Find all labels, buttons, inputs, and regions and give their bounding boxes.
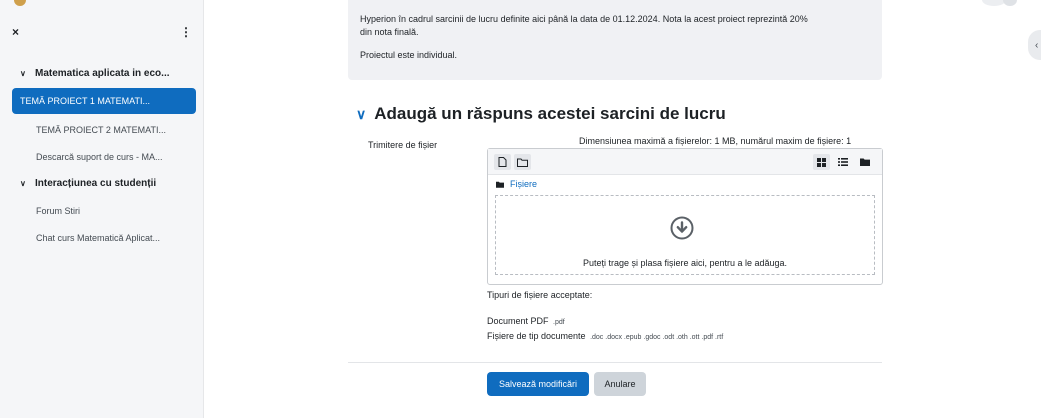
sidebar-item-suport-curs[interactable]: Descarcă suport de curs - MA...	[14, 144, 196, 170]
create-folder-button[interactable]	[514, 154, 531, 170]
save-changes-button[interactable]: Salvează modificări	[487, 372, 589, 396]
avatar[interactable]	[1003, 0, 1017, 6]
file-icon	[498, 157, 507, 167]
description-text: Hyperion în cadrul sarcinii de lucru def…	[360, 13, 870, 39]
type-extensions: .pdf	[553, 319, 565, 326]
file-picker-toolbar	[488, 149, 882, 175]
close-icon[interactable]: ×	[12, 26, 19, 38]
section-interactiunea[interactable]: ∨ Interacțiunea cu studenții	[0, 178, 204, 189]
chevron-down-icon: ∨	[20, 179, 26, 188]
file-dropzone[interactable]: Puteți trage și plasa fișiere aici, pent…	[495, 195, 875, 275]
folder-solid-icon	[496, 181, 504, 188]
sidebar-item-label: Forum Stiri	[36, 206, 81, 216]
course-index-drawer: × ⋮ ∨ Matematica aplicata in eco... TEMĂ…	[0, 0, 204, 418]
max-size-info: Dimensiunea maximă a fișierelor: 1 MB, n…	[579, 136, 852, 146]
form-divider	[348, 362, 882, 363]
sidebar-item-label: TEMĂ PROIECT 1 MATEMATI...	[20, 96, 151, 106]
site-logo	[14, 0, 26, 6]
section-label: Matematica aplicata in eco...	[35, 68, 170, 79]
sidebar-item-tema-proiect-1[interactable]: TEMĂ PROIECT 1 MATEMATI...	[12, 88, 196, 114]
accepted-types-heading: Tipuri de fișiere acceptate:	[487, 290, 593, 300]
sidebar-item-label: Chat curs Matematică Aplicat...	[36, 233, 161, 243]
breadcrumb-files-link[interactable]: Fișiere	[510, 179, 537, 189]
download-circle-icon	[670, 216, 694, 240]
sidebar-item-forum-stiri[interactable]: Forum Stiri	[14, 198, 196, 224]
view-list-button[interactable]	[834, 154, 851, 170]
chevron-down-icon: ∨	[356, 105, 367, 122]
dropzone-text: Puteți trage și plasa fișiere aici, pent…	[582, 258, 788, 268]
file-submission-label: Trimitere de fișier	[368, 140, 438, 150]
description-line-1: Hyperion în cadrul sarcinii de lucru def…	[360, 14, 808, 24]
submission-section-toggle[interactable]: ∨ Adaugă un răspuns acestei sarcini de l…	[356, 104, 726, 124]
sidebar-item-chat-curs[interactable]: Chat curs Matematică Aplicat...	[14, 225, 196, 251]
sidebar-item-tema-proiect-2[interactable]: TEMĂ PROIECT 2 MATEMATI...	[14, 117, 196, 143]
assignment-note: Proiectul este individual.	[360, 50, 458, 60]
view-tree-button[interactable]	[856, 154, 873, 170]
drawer-menu-icon[interactable]: ⋮	[180, 26, 192, 38]
chevron-down-icon: ∨	[20, 69, 26, 78]
description-line-2: din nota finală.	[360, 27, 419, 37]
grid-icon	[817, 157, 826, 167]
section-label: Interacțiunea cu studenții	[35, 178, 157, 189]
type-name: Document PDF	[487, 316, 549, 326]
type-extensions: .doc .docx .epub .gdoc .odt .oth .ott .p…	[590, 334, 724, 341]
assignment-description: Hyperion în cadrul sarcinii de lucru def…	[348, 0, 882, 80]
section-matematica[interactable]: ∨ Matematica aplicata in eco...	[0, 68, 204, 79]
folder-icon	[517, 158, 528, 167]
list-icon	[837, 158, 848, 166]
open-block-drawer-button[interactable]: ‹	[1028, 30, 1041, 60]
type-name: Fișiere de tip documente	[487, 331, 586, 341]
cancel-button[interactable]: Anulare	[594, 372, 646, 396]
file-picker: Fișiere Puteți trage și plasa fișiere ai…	[487, 148, 883, 285]
view-icons-button[interactable]	[813, 154, 830, 170]
sidebar-item-label: Descarcă suport de curs - MA...	[36, 152, 163, 162]
accepted-type-documents: Fișiere de tip documente .doc .docx .epu…	[487, 331, 723, 341]
sidebar-item-label: TEMĂ PROIECT 2 MATEMATI...	[36, 125, 167, 135]
accepted-type-pdf: Document PDF .pdf	[487, 316, 565, 326]
section-title: Adaugă un răspuns acestei sarcini de luc…	[374, 104, 726, 123]
add-file-button[interactable]	[494, 154, 511, 170]
file-picker-breadcrumb: Fișiere	[496, 179, 537, 189]
folder-solid-icon	[859, 158, 870, 166]
chevron-left-icon: ‹	[1035, 39, 1039, 51]
